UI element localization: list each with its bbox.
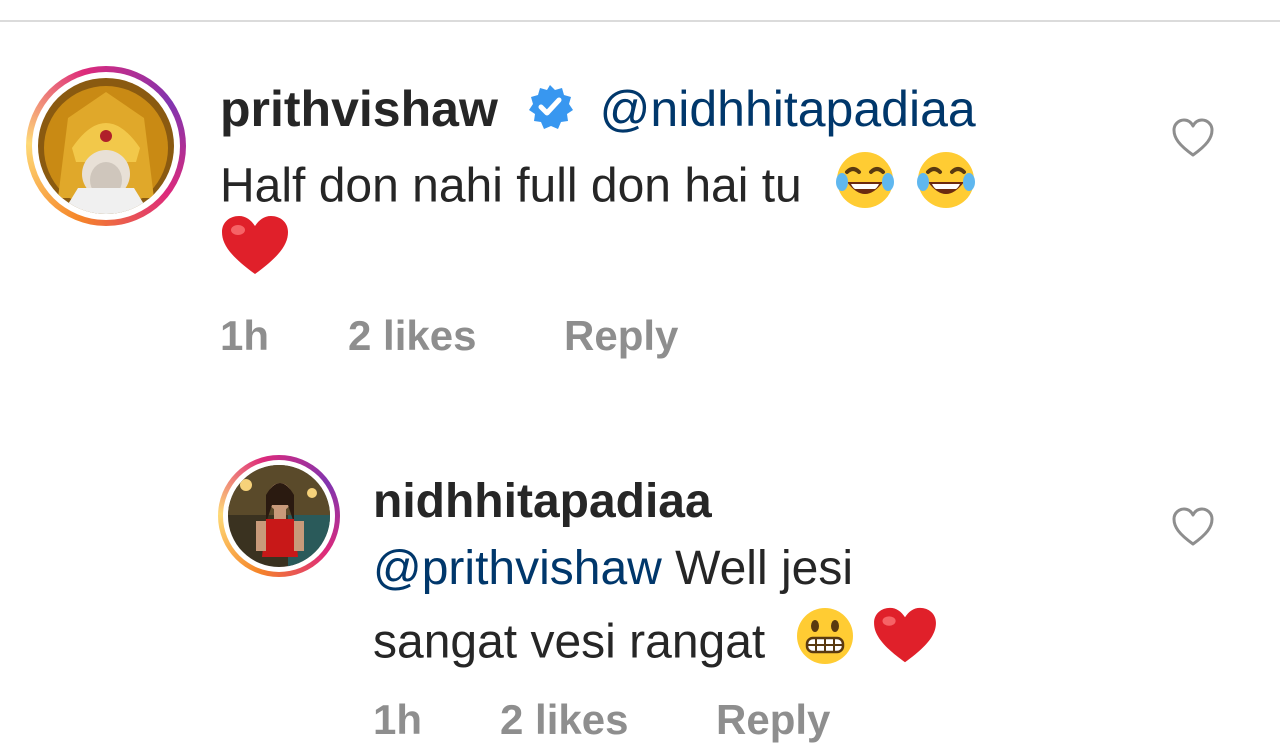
reply-button[interactable]: Reply: [564, 312, 678, 360]
reply-button[interactable]: Reply: [716, 696, 830, 744]
comment-username[interactable]: nidhhitapadiaa: [373, 474, 712, 529]
comment-body: Half don nahi full don hai tu: [220, 148, 978, 230]
mention-link[interactable]: @nidhhitapadiaa: [600, 81, 976, 137]
comment-text: Half don nahi full don hai tu: [220, 159, 802, 213]
grinning-emoji-icon: [793, 604, 857, 686]
likes-count-link[interactable]: 2 likes: [500, 696, 628, 744]
avatar[interactable]: [26, 66, 186, 226]
divider: [0, 20, 1280, 22]
comment-body-line2: sangat vesi rangat: [373, 604, 938, 686]
comment-text: sangat vesi rangat: [373, 615, 766, 669]
comment-username[interactable]: prithvishaw @nidhhitapadiaa: [220, 80, 976, 143]
comment-text: Well jesi: [675, 542, 853, 595]
heart-emoji-icon: [220, 214, 290, 283]
laughing-emoji-icon: [914, 148, 978, 230]
comment-time: 1h: [220, 312, 270, 359]
mention-link[interactable]: @prithvishaw: [373, 542, 662, 595]
verified-badge-icon: [526, 83, 574, 143]
likes-count-link[interactable]: 2 likes: [348, 312, 476, 360]
avatar[interactable]: [218, 455, 340, 577]
laughing-emoji-icon: [833, 148, 897, 230]
like-heart-icon[interactable]: [1171, 506, 1215, 550]
username-text[interactable]: prithvishaw: [220, 81, 498, 137]
heart-emoji-icon: [872, 606, 938, 684]
comment-body: @prithvishaw Well jesi: [373, 536, 853, 602]
comment-time: 1h: [373, 696, 423, 743]
like-heart-icon[interactable]: [1171, 117, 1215, 161]
